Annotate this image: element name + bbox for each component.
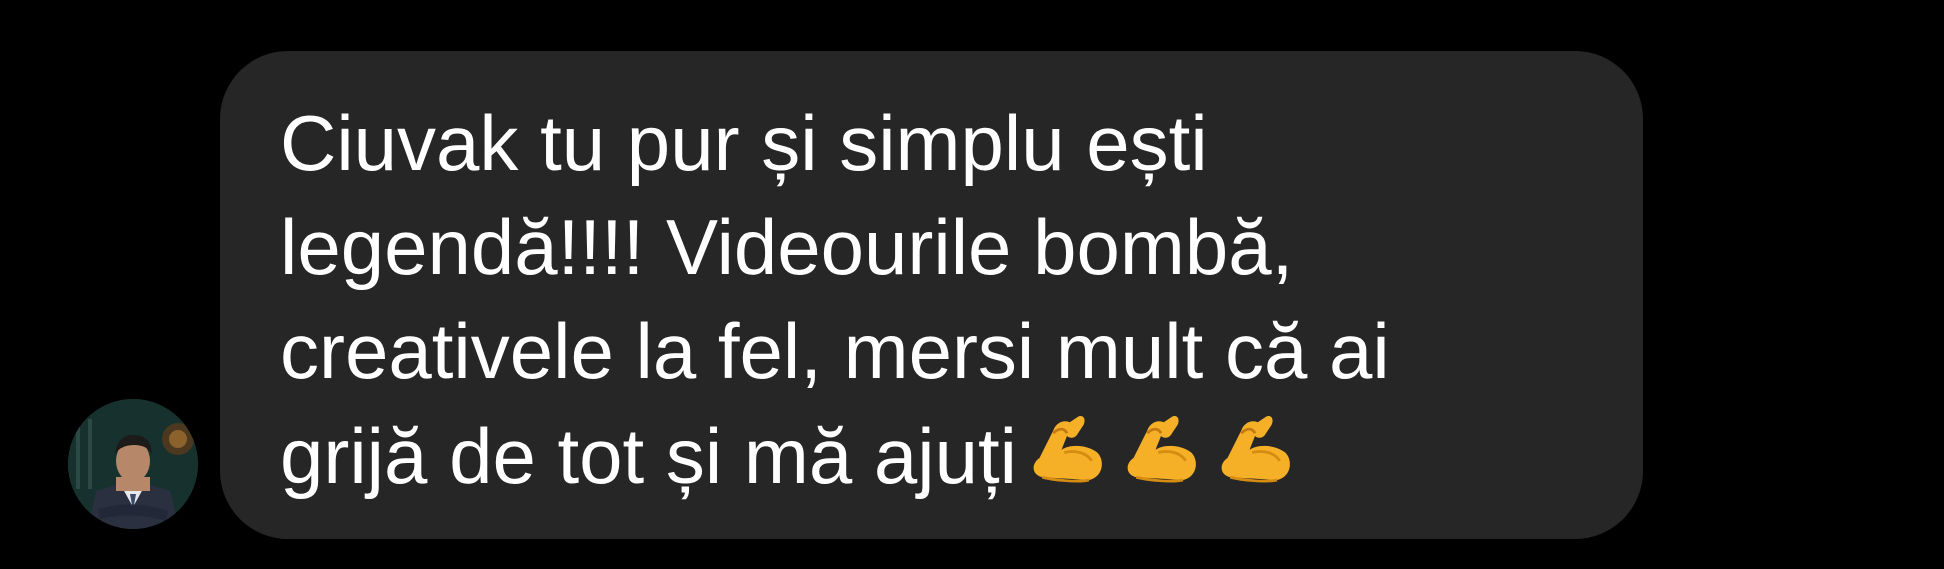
flexed-biceps-icon bbox=[1127, 416, 1196, 483]
message-line: creativele la fel, mersi mult că ai bbox=[280, 307, 1390, 395]
chat-view: Ciuvak tu pur și simplu ești legendă!!!!… bbox=[0, 0, 1944, 569]
emoji-group bbox=[1023, 403, 1299, 491]
message-line: Ciuvak tu pur și simplu ești bbox=[280, 99, 1208, 187]
message-line: legendă!!!! Videourile bombă, bbox=[280, 203, 1294, 291]
message-text: Ciuvak tu pur și simplu ești legendă!!!!… bbox=[280, 91, 1583, 508]
message-line: grijă de tot și mă ajuți bbox=[280, 412, 1018, 500]
avatar-photo bbox=[68, 399, 198, 529]
avatar[interactable] bbox=[68, 399, 198, 529]
flexed-biceps-icon bbox=[1221, 416, 1290, 483]
message-bubble[interactable]: Ciuvak tu pur și simplu ești legendă!!!!… bbox=[220, 51, 1643, 539]
flexed-biceps-icon bbox=[1033, 416, 1102, 483]
